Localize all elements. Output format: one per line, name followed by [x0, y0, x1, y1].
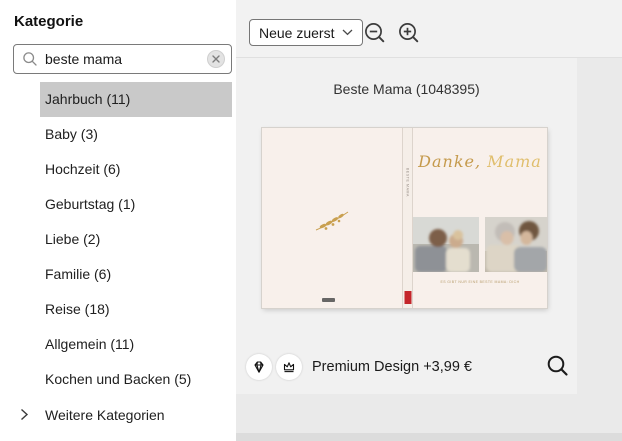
magnifier-icon [546, 354, 570, 378]
cover-script-title: Danke, Mama [413, 152, 547, 171]
category-list: Jahrbuch (11) Baby (3) Hochzeit (6) Gebu… [0, 82, 236, 397]
more-categories-label: Weitere Kategorien [45, 407, 165, 423]
gold-branch-icon [314, 208, 350, 234]
design-title: Beste Mama (1048395) [236, 81, 577, 97]
category-item-familie[interactable]: Familie (6) [40, 257, 232, 292]
sort-dropdown-value: Neue zuerst [259, 25, 334, 41]
sort-dropdown[interactable]: Neue zuerst [249, 19, 363, 46]
book-cover-preview[interactable]: BESTE MAMA Danke, Mama [262, 128, 547, 308]
category-item-kochen[interactable]: Kochen und Backen (5) [40, 362, 232, 397]
crown-icon [276, 354, 302, 380]
next-row-edge [236, 433, 622, 441]
more-categories-toggle[interactable]: Weitere Kategorien [0, 397, 236, 432]
premium-info-row: Premium Design +3,99 € [246, 354, 571, 380]
close-icon [212, 55, 220, 63]
results-toolbar: Neue zuerst [236, 0, 622, 58]
clear-search-button[interactable] [207, 50, 225, 68]
category-item-baby[interactable]: Baby (3) [40, 117, 232, 152]
cover-caption: ES GIBT NUR EINE BESTE MAMA: DICH [413, 280, 547, 284]
book-spine: BESTE MAMA [402, 128, 413, 308]
category-item-liebe[interactable]: Liebe (2) [40, 222, 232, 257]
category-sidebar: Kategorie Jahrbuch (11) Baby (3) Hochzei… [0, 0, 236, 441]
cover-photo-right [485, 217, 547, 272]
diamond-icon [246, 354, 272, 380]
category-item-geburtstag[interactable]: Geburtstag (1) [40, 187, 232, 222]
cover-photos [413, 217, 547, 272]
chevron-down-icon [342, 29, 353, 36]
design-browser: Kategorie Jahrbuch (11) Baby (3) Hochzei… [0, 0, 622, 441]
spine-red-mark [404, 291, 411, 304]
search-input[interactable] [45, 51, 207, 67]
design-card[interactable]: Beste Mama (1048395) [236, 58, 577, 394]
zoom-in-icon [397, 21, 421, 45]
chevron-right-icon [20, 408, 30, 421]
category-item-jahrbuch[interactable]: Jahrbuch (11) [40, 82, 232, 117]
preview-magnifier-button[interactable] [545, 354, 571, 380]
book-front-cover: Danke, Mama [413, 128, 547, 308]
book-back-cover [262, 128, 402, 308]
category-search [13, 44, 232, 74]
sidebar-title: Kategorie [14, 13, 83, 30]
zoom-out-icon [363, 21, 387, 45]
category-item-hochzeit[interactable]: Hochzeit (6) [40, 152, 232, 187]
publisher-logo [322, 298, 335, 302]
spine-text: BESTE MAMA [406, 168, 410, 197]
cover-photo-left [413, 217, 479, 272]
premium-price-label: Premium Design +3,99 € [312, 359, 472, 375]
search-icon [22, 51, 38, 67]
design-results-panel: Neue zuerst [236, 0, 622, 441]
zoom-in-button[interactable] [396, 21, 422, 47]
category-item-allgemein[interactable]: Allgemein (11) [40, 327, 232, 362]
category-item-reise[interactable]: Reise (18) [40, 292, 232, 327]
zoom-out-button[interactable] [362, 21, 388, 47]
